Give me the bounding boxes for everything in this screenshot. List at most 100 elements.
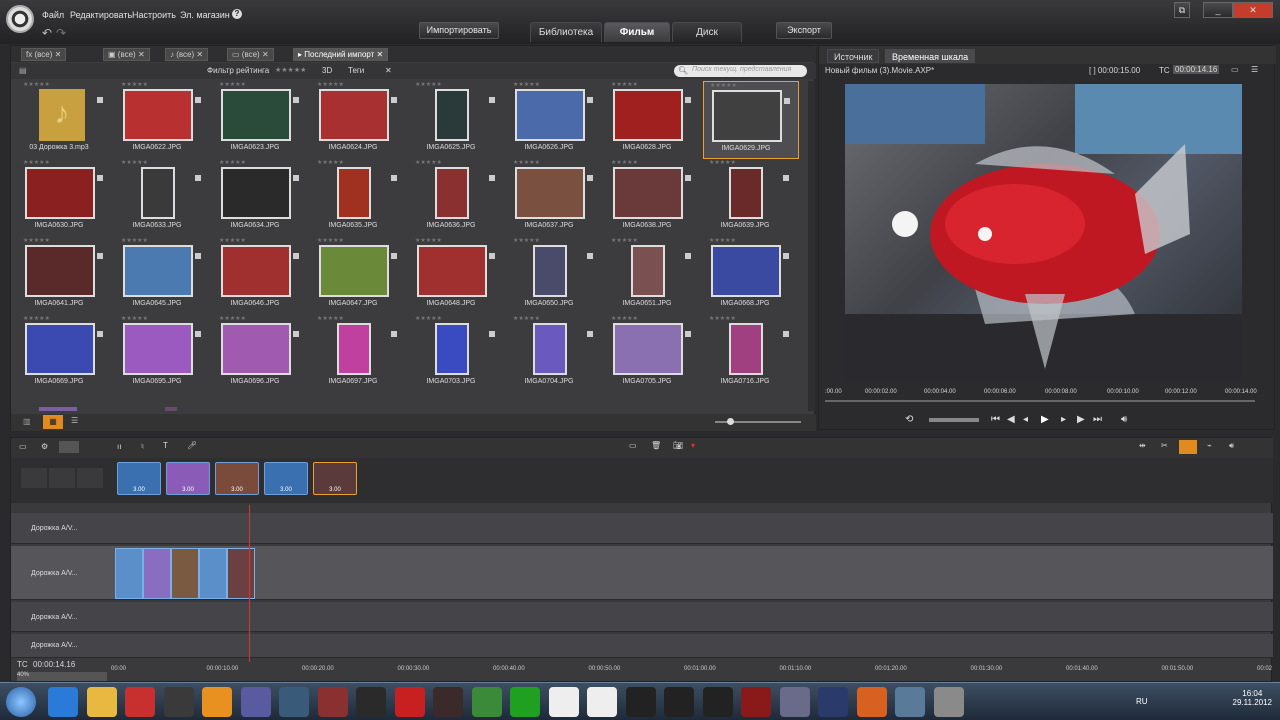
taskbar-app-icon[interactable]: [741, 687, 771, 717]
timeline-clip[interactable]: [143, 548, 171, 599]
help-icon[interactable]: ?: [232, 9, 242, 19]
media-thumbnail[interactable]: [435, 323, 469, 375]
media-item[interactable]: ★★★★★ IMGA0628.JPG: [605, 81, 701, 159]
media-thumbnail[interactable]: [123, 323, 193, 375]
audio-mixer-icon[interactable]: ıı: [117, 442, 121, 451]
flag-icon[interactable]: [391, 253, 397, 259]
close-button[interactable]: ✕: [1233, 2, 1273, 18]
title-icon[interactable]: T: [163, 441, 168, 450]
shuttle-control[interactable]: [929, 418, 979, 422]
taskbar-app-icon[interactable]: [317, 687, 348, 717]
loop-icon[interactable]: ⟲: [905, 414, 913, 425]
speaker-icon[interactable]: 🔊︎: [1229, 441, 1234, 451]
flag-icon[interactable]: [685, 97, 691, 103]
media-item[interactable]: ★★★★★ IMGA0668.JPG: [703, 237, 799, 315]
flag-icon[interactable]: [97, 97, 103, 103]
rating-stars[interactable]: ★★★★★: [121, 315, 148, 322]
taskbar-app-icon[interactable]: [625, 687, 656, 717]
taskbar-app-icon[interactable]: [895, 687, 925, 717]
media-thumbnail[interactable]: [712, 90, 782, 142]
marker-icon[interactable]: ▭: [629, 441, 637, 450]
media-thumbnail[interactable]: [631, 245, 665, 297]
taskbar-app-icon[interactable]: [856, 687, 887, 717]
media-item[interactable]: ★★★★★ IMGA0635.JPG: [311, 159, 407, 237]
rating-stars[interactable]: ★★★★★: [317, 237, 344, 244]
audio-scrub-icon[interactable]: ⌁: [1207, 441, 1212, 450]
media-thumbnail[interactable]: [729, 167, 763, 219]
import-button[interactable]: Импортировать: [419, 22, 499, 39]
library-tab-last-import[interactable]: ▸ Последний импорт ✕: [293, 48, 389, 61]
taskbar-app-icon[interactable]: [240, 687, 271, 717]
taskbar-app-icon[interactable]: [779, 687, 810, 717]
media-item[interactable]: ★★★★★ IMGA0696.JPG: [213, 315, 309, 393]
timeline-clip[interactable]: [115, 548, 143, 599]
flag-icon[interactable]: [97, 331, 103, 337]
media-item[interactable]: ★★★★★ IMGA0630.JPG: [17, 159, 113, 237]
media-item[interactable]: ★★★★★ IMGA0623.JPG: [213, 81, 309, 159]
list-view-icon[interactable]: ☰: [71, 416, 78, 425]
flag-icon[interactable]: [97, 253, 103, 259]
storyboard-clip-selected[interactable]: 3.00: [313, 462, 357, 495]
taskbar-app-icon[interactable]: [125, 687, 155, 717]
tags-close-icon[interactable]: ✕: [385, 66, 392, 75]
media-thumbnail[interactable]: [613, 89, 683, 141]
flag-icon[interactable]: [489, 97, 495, 103]
playhead[interactable]: [249, 505, 250, 662]
rating-stars[interactable]: ★★★★★: [415, 81, 442, 88]
3d-filter[interactable]: 3D: [322, 66, 332, 75]
media-thumbnail[interactable]: [25, 323, 95, 375]
rating-stars[interactable]: ★★★★★: [23, 315, 50, 322]
media-item[interactable]: ★★★★★ IMGA0639.JPG: [703, 159, 799, 237]
media-item[interactable]: ★★★★★ IMGA0645.JPG: [115, 237, 211, 315]
flag-icon[interactable]: [685, 253, 691, 259]
fullscreen-icon[interactable]: ▭: [1231, 65, 1239, 74]
media-item[interactable]: ★★★★★ IMGA0648.JPG: [409, 237, 505, 315]
rating-stars[interactable]: ★★★★★: [709, 159, 736, 166]
rating-stars[interactable]: ★★★★★: [219, 159, 246, 166]
flag-icon[interactable]: [587, 97, 593, 103]
snapshot-icon[interactable]: 📷︎: [673, 441, 683, 450]
media-item[interactable]: ★★★★★ IMGA0626.JPG: [507, 81, 603, 159]
storyboard-clip[interactable]: 3.00: [215, 462, 259, 495]
flag-icon[interactable]: [587, 331, 593, 337]
taskbar-app-icon[interactable]: [356, 687, 386, 717]
tab-movie[interactable]: Фильм: [604, 22, 670, 42]
media-thumbnail[interactable]: [435, 167, 469, 219]
rating-stars[interactable]: ★★★★★: [611, 81, 638, 88]
timeline-clip[interactable]: [227, 548, 255, 599]
media-item[interactable]: ★★★★★ IMGA0646.JPG: [213, 237, 309, 315]
media-thumbnail[interactable]: [729, 323, 763, 375]
media-item[interactable]: ★★★★★ IMGA0703.JPG: [409, 315, 505, 393]
flag-icon[interactable]: [587, 175, 593, 181]
rating-stars[interactable]: ★★★★★: [709, 315, 736, 322]
video-frame[interactable]: [845, 84, 1242, 381]
rating-stars[interactable]: ★★★★★: [317, 159, 344, 166]
rating-stars[interactable]: ★★★★★: [710, 82, 737, 89]
language-indicator[interactable]: RU: [1136, 697, 1148, 706]
taskbar-app-icon[interactable]: [818, 687, 848, 717]
media-thumbnail[interactable]: [221, 167, 291, 219]
media-item[interactable]: ★★★★★ IMGA0697.JPG: [311, 315, 407, 393]
media-item[interactable]: ★★★★★ IMGA0695.JPG: [115, 315, 211, 393]
media-item[interactable]: ★★★★★ IMGA0669.JPG: [17, 315, 113, 393]
menu-icon[interactable]: ▤: [19, 66, 27, 75]
view-toggle[interactable]: [59, 441, 79, 453]
rating-stars[interactable]: ★★★★★: [121, 237, 148, 244]
step-back-icon[interactable]: ◀: [1007, 414, 1015, 425]
media-thumbnail[interactable]: [533, 323, 567, 375]
rating-stars[interactable]: ★★★★★: [611, 159, 638, 166]
taskbar-app-icon[interactable]: [279, 687, 309, 717]
media-thumbnail[interactable]: [515, 89, 585, 141]
taskbar-app-icon[interactable]: [433, 687, 463, 717]
storyboard-icon[interactable]: ▭: [19, 442, 27, 451]
media-item[interactable]: ★★★★★ IMGA0634.JPG: [213, 159, 309, 237]
media-item[interactable]: ★★★★★ IMGA0641.JPG: [17, 237, 113, 315]
media-thumbnail[interactable]: [613, 323, 683, 375]
taskbar-app-icon[interactable]: [86, 687, 117, 717]
media-thumbnail[interactable]: [123, 89, 193, 141]
frame-back-icon[interactable]: ◂: [1023, 414, 1028, 425]
media-thumbnail[interactable]: [711, 245, 781, 297]
taskbar-app-icon[interactable]: [933, 687, 964, 717]
flag-icon[interactable]: [195, 253, 201, 259]
tab-library[interactable]: Библиотека: [530, 22, 602, 42]
